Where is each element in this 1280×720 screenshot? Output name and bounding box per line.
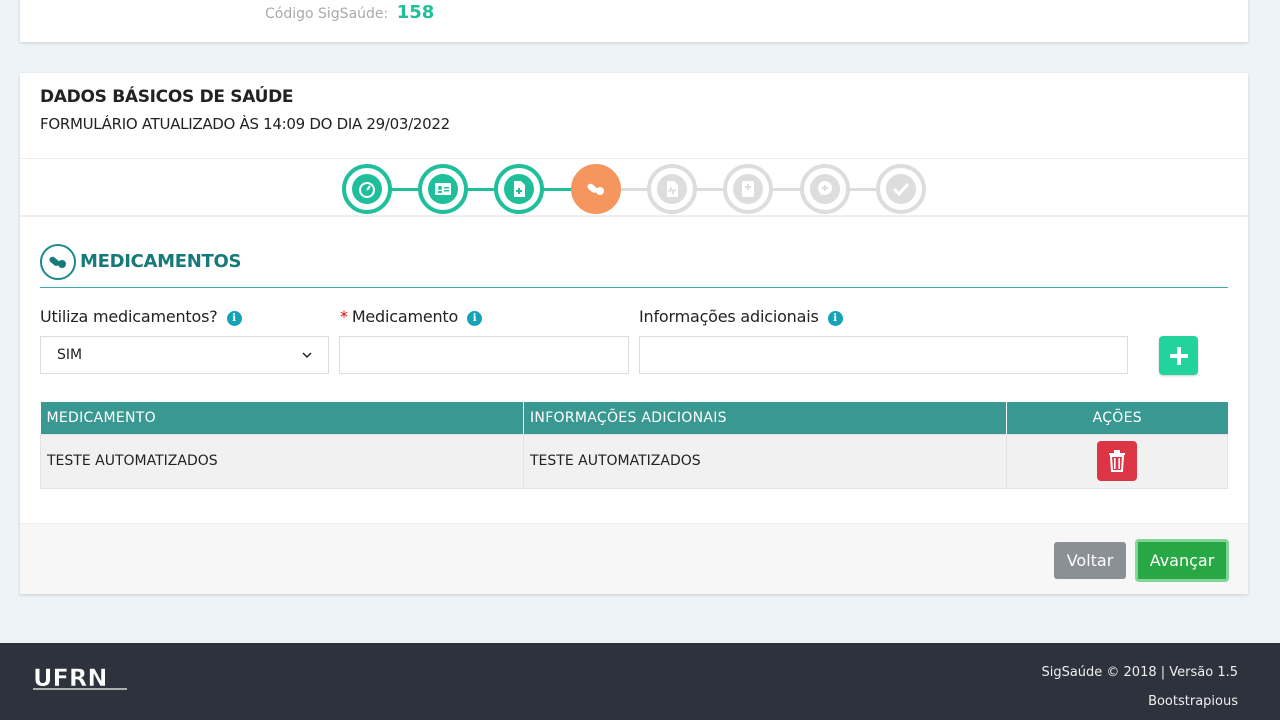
step-7[interactable] xyxy=(800,164,850,214)
card-header: DADOS BÁSICOS DE SAÚDE FORMULÁRIO ATUALI… xyxy=(20,73,1248,159)
card-title: DADOS BÁSICOS DE SAÚDE xyxy=(40,87,294,107)
card-footer: Voltar Avançar xyxy=(20,523,1248,594)
pills-icon xyxy=(40,244,76,280)
step-5[interactable] xyxy=(647,164,697,214)
info-label-text: Informações adicionais xyxy=(639,307,819,326)
table-header-row: MEDICAMENTO INFORMAÇÕES ADICIONAIS AÇÕES xyxy=(40,402,1228,434)
step-3[interactable] xyxy=(494,164,544,214)
delete-button[interactable] xyxy=(1097,441,1137,481)
medicamentos-table: MEDICAMENTO INFORMAÇÕES ADICIONAIS AÇÕES… xyxy=(40,402,1228,489)
info-icon[interactable]: i xyxy=(467,311,483,326)
chevron-down-icon xyxy=(302,352,312,359)
col-header-medicamento: MEDICAMENTO xyxy=(40,402,524,434)
avancar-button[interactable]: Avançar xyxy=(1135,539,1229,582)
step-4[interactable] xyxy=(571,164,621,214)
pills-icon xyxy=(581,174,611,204)
step-6[interactable] xyxy=(723,164,773,214)
col-header-acoes: AÇÕES xyxy=(1006,402,1228,434)
codigo-label: Código SigSaúde: xyxy=(265,6,389,22)
health-data-card: DADOS BÁSICOS DE SAÚDE FORMULÁRIO ATUALI… xyxy=(20,73,1248,594)
form-stepper xyxy=(20,159,1248,217)
section-medicamentos: MEDICAMENTOS xyxy=(40,243,1228,288)
codigo-value: 158 xyxy=(396,2,435,23)
col-header-informacoes: INFORMAÇÕES ADICIONAIS xyxy=(523,402,1007,434)
select-value: SIM xyxy=(57,347,83,363)
footer-copyright: SigSaúde © 2018 | Versão 1.5 xyxy=(1041,665,1238,680)
required-marker: * xyxy=(340,307,348,326)
info-icon[interactable]: i xyxy=(827,311,843,326)
plus-icon xyxy=(1169,346,1188,365)
utiliza-label: Utiliza medicamentos? i xyxy=(40,307,242,326)
add-medicamento-button[interactable] xyxy=(1159,336,1198,375)
medical-book-icon xyxy=(733,174,763,204)
id-card-icon xyxy=(428,174,458,204)
codigo-sigsaude: Código SigSaúde: 158 xyxy=(265,2,434,23)
section-title: MEDICAMENTOS xyxy=(80,251,242,272)
cell-medicamento: TESTE AUTOMATIZADOS xyxy=(40,433,524,489)
step-8[interactable] xyxy=(876,164,926,214)
utiliza-label-text: Utiliza medicamentos? xyxy=(40,307,218,326)
info-adicionais-label: Informações adicionais i xyxy=(639,307,843,326)
comment-plus-icon xyxy=(810,174,840,204)
voltar-button[interactable]: Voltar xyxy=(1054,542,1126,579)
medicamento-input[interactable] xyxy=(339,336,629,374)
medicamento-label-text: Medicamento xyxy=(351,307,459,326)
utiliza-medicamentos-select[interactable]: SIM xyxy=(40,336,329,374)
dashboard-gauge-icon xyxy=(352,174,382,204)
medicamento-label: * Medicamento i xyxy=(340,307,483,326)
trash-icon xyxy=(1109,450,1125,472)
info-icon[interactable]: i xyxy=(226,311,242,326)
table-row: TESTE AUTOMATIZADOS TESTE AUTOMATIZADOS xyxy=(40,433,1228,489)
step-2[interactable] xyxy=(418,164,468,214)
page-footer: UFRN SigSaúde © 2018 | Versão 1.5 Bootst… xyxy=(0,643,1280,720)
svg-text:UFRN: UFRN xyxy=(33,665,107,692)
check-double-icon xyxy=(886,174,916,204)
card-subtitle: FORMULÁRIO ATUALIZADO ÀS 14:09 DO DIA 29… xyxy=(40,115,450,133)
medical-report-icon xyxy=(657,174,687,204)
top-card: Código SigSaúde: 158 xyxy=(20,0,1248,42)
cell-informacoes: TESTE AUTOMATIZADOS xyxy=(523,433,1007,489)
document-plus-icon xyxy=(504,174,534,204)
ufrn-logo: UFRN xyxy=(33,665,127,692)
step-1[interactable] xyxy=(342,164,392,214)
cell-acoes xyxy=(1006,433,1228,489)
info-adicionais-input[interactable] xyxy=(639,336,1128,374)
footer-credit-link[interactable]: Bootstrapious xyxy=(1148,694,1238,709)
